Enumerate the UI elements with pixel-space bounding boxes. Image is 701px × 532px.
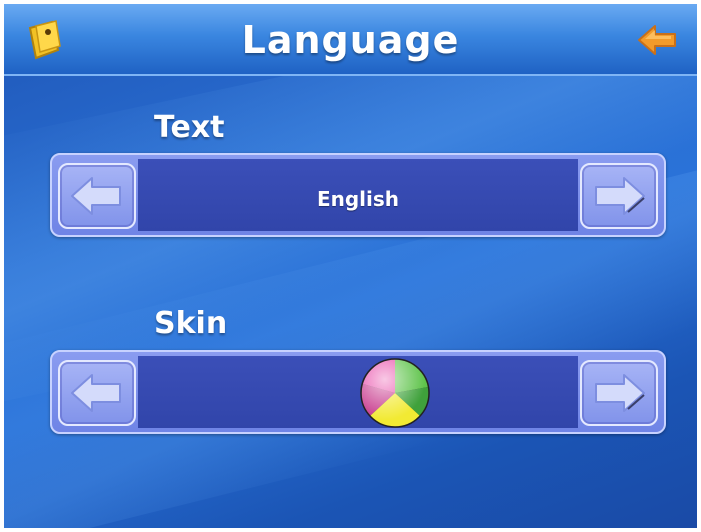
language-value: English: [316, 187, 400, 211]
language-screen: Language Text English Skin: [4, 4, 697, 528]
text-language-selector: English: [50, 153, 666, 237]
text-section-label: Text: [154, 110, 225, 145]
back-button[interactable]: [635, 18, 679, 62]
text-value-display: English: [138, 159, 578, 231]
skin-section-label: Skin: [154, 306, 228, 341]
skin-color-ball-icon: [360, 358, 430, 428]
text-prev-button[interactable]: [58, 163, 136, 229]
text-next-button[interactable]: [580, 163, 658, 229]
arrow-left-icon: [71, 374, 121, 412]
arrow-right-icon: [595, 177, 645, 215]
back-arrow-icon: [638, 25, 676, 55]
skin-selector: [50, 350, 666, 434]
page-title: Language: [241, 18, 460, 62]
skin-preview: [358, 356, 432, 430]
skin-next-button[interactable]: [580, 360, 658, 426]
arrow-right-icon: [595, 374, 645, 412]
skin-prev-button[interactable]: [58, 360, 136, 426]
arrow-left-icon: [71, 177, 121, 215]
skin-value-display: [138, 356, 578, 428]
title-bar: Language: [4, 4, 697, 76]
